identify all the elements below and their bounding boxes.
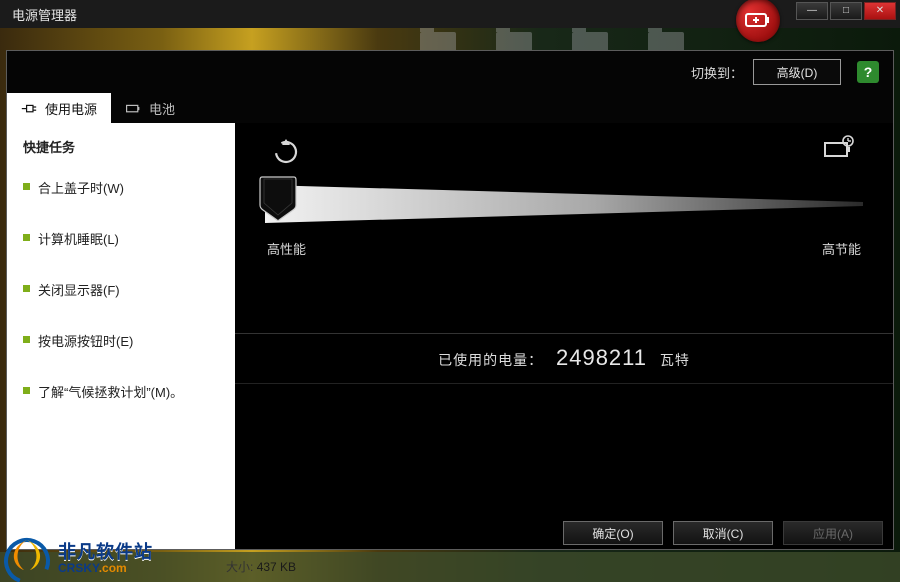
bullet-icon xyxy=(23,336,30,343)
close-button[interactable]: ✕ xyxy=(864,2,896,20)
power-badge-icon xyxy=(736,0,780,42)
maximize-button[interactable]: □ xyxy=(830,2,862,20)
energy-save-mode-icon xyxy=(564,135,857,165)
brand-name-en: CRSKY.com xyxy=(58,562,153,575)
ok-button[interactable]: 确定(O) xyxy=(563,521,663,545)
usage-row: 已使用的电量： 2498211 瓦特 xyxy=(235,345,893,371)
cancel-button[interactable]: 取消(C) xyxy=(673,521,773,545)
bullet-icon xyxy=(23,387,30,394)
plug-icon xyxy=(21,102,37,114)
tab-strip: 使用电源 电池 xyxy=(7,93,893,123)
sidebar: 快捷任务 合上盖子时(W) 计算机睡眠(L) 关闭显示器(F) 按电源按钮时(E… xyxy=(7,123,235,549)
sidebar-item-label: 按电源按钮时(E) xyxy=(38,331,133,350)
bullet-icon xyxy=(23,285,30,292)
minimize-button[interactable]: — xyxy=(796,2,828,20)
title-bar: 电源管理器 — □ ✕ xyxy=(0,0,900,28)
window-title: 电源管理器 xyxy=(12,5,77,24)
divider xyxy=(235,383,893,384)
tab-power-source[interactable]: 使用电源 xyxy=(7,93,111,123)
help-icon[interactable]: ? xyxy=(857,61,879,83)
slider-track-icon xyxy=(265,185,863,223)
tab-label: 电池 xyxy=(149,99,175,118)
file-size-text: 大小: 437 KB xyxy=(226,558,296,575)
sidebar-item-display-off[interactable]: 关闭显示器(F) xyxy=(23,264,219,315)
apply-button: 应用(A) xyxy=(783,521,883,545)
main-window: 切换到： 高级(D) ? 使用电源 电池 快捷任务 合上盖子时(W) xyxy=(6,50,894,550)
sidebar-item-label: 合上盖子时(W) xyxy=(38,178,124,197)
slider-label-performance: 高性能 xyxy=(267,239,306,258)
bullet-icon xyxy=(23,234,30,241)
slider-label-energy-save: 高节能 xyxy=(822,239,861,258)
brand-logo-icon xyxy=(2,534,52,582)
battery-icon xyxy=(125,102,141,114)
performance-mode-icon xyxy=(271,135,564,165)
advanced-button[interactable]: 高级(D) xyxy=(753,59,841,85)
dialog-button-row: 确定(O) 取消(C) 应用(A) xyxy=(563,521,883,545)
usage-prefix: 已使用的电量： xyxy=(438,352,543,368)
sidebar-item-climate-plan[interactable]: 了解“气候拯救计划”(M)。 xyxy=(23,366,219,417)
usage-unit: 瓦特 xyxy=(660,352,690,368)
tab-label: 使用电源 xyxy=(45,99,97,118)
usage-value: 2498211 xyxy=(556,345,647,370)
switch-label: 切换到： xyxy=(691,63,743,82)
divider xyxy=(235,333,893,334)
tab-battery[interactable]: 电池 xyxy=(111,93,189,123)
sidebar-item-sleep[interactable]: 计算机睡眠(L) xyxy=(23,213,219,264)
top-bar: 切换到： 高级(D) ? xyxy=(7,51,893,93)
bullet-icon xyxy=(23,183,30,190)
watermark: 非凡软件站 CRSKY.com xyxy=(2,534,153,582)
sidebar-heading: 快捷任务 xyxy=(23,137,219,156)
performance-slider[interactable] xyxy=(265,177,863,237)
sidebar-item-label: 关闭显示器(F) xyxy=(38,280,120,299)
brand-name-cn: 非凡软件站 xyxy=(58,543,153,562)
sidebar-item-label: 了解“气候拯救计划”(M)。 xyxy=(38,382,183,401)
slider-knob-icon[interactable] xyxy=(259,175,297,221)
sidebar-item-power-button[interactable]: 按电源按钮时(E) xyxy=(23,315,219,366)
main-panel: 高性能 高节能 已使用的电量： 2498211 瓦特 xyxy=(235,123,893,549)
sidebar-item-close-lid[interactable]: 合上盖子时(W) xyxy=(23,162,219,213)
sidebar-item-label: 计算机睡眠(L) xyxy=(38,229,119,248)
